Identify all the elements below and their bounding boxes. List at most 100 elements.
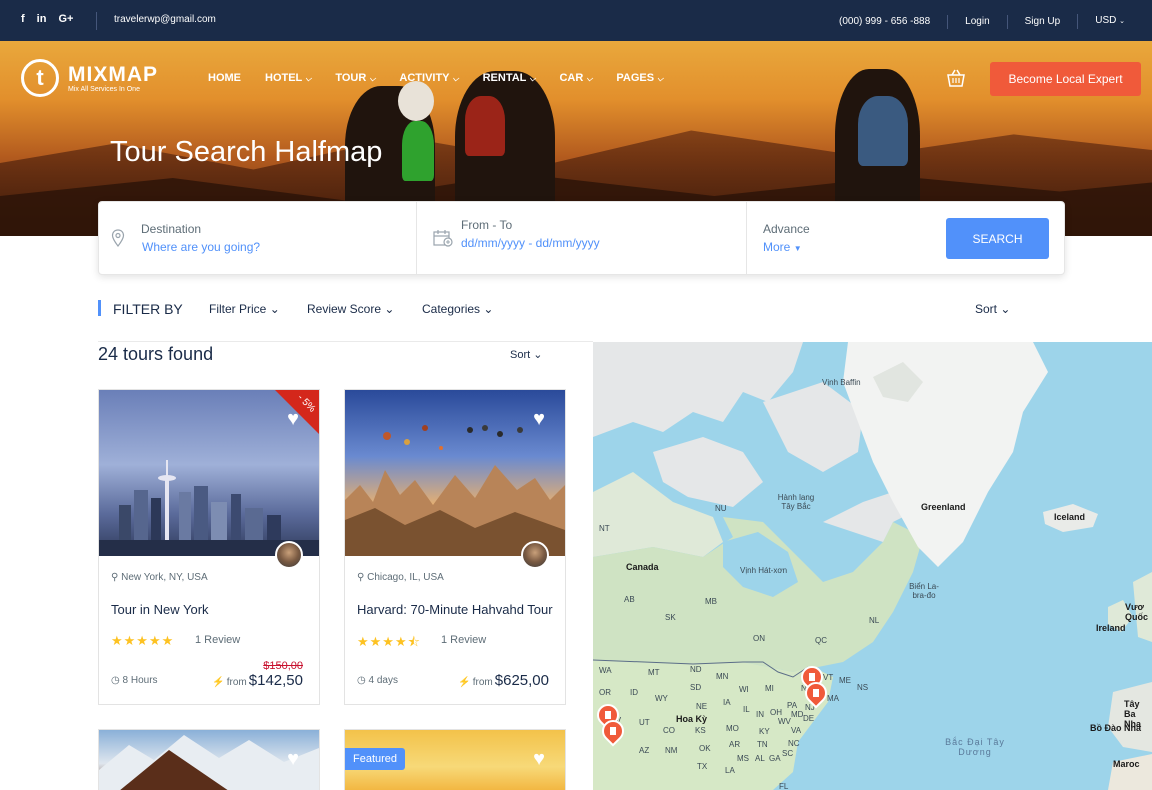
- search-form: Destination Where are you going? From - …: [98, 201, 1065, 275]
- heart-icon[interactable]: ♥: [287, 408, 299, 431]
- nav-item-home[interactable]: HOME: [208, 72, 241, 84]
- map-label: NC: [788, 739, 800, 748]
- tour-card[interactable]: ♥ ⚲ Chicago, IL, USA Harvard: 70-Minute …: [344, 389, 566, 705]
- results-map[interactable]: Vịnh Baffin Hành lang Tây Bắc NU Greenla…: [593, 342, 1152, 790]
- bolt-icon: ⚡: [458, 677, 471, 688]
- filter-accent: [98, 300, 101, 316]
- map-label: WY: [655, 694, 668, 703]
- contact-phone: (000) 999 - 656 -888: [839, 15, 931, 27]
- hiker-silhouette: [402, 121, 434, 181]
- map-label: NL: [869, 616, 880, 625]
- chevron-down-icon: ⌄: [1000, 302, 1011, 316]
- map-label: MB: [705, 597, 717, 606]
- login-link[interactable]: Login: [947, 14, 1006, 29]
- tour-image[interactable]: ♥: [99, 730, 319, 790]
- map-label: VA: [791, 726, 802, 735]
- tour-price: ⚡ from $142,50: [212, 672, 303, 689]
- tour-title[interactable]: Harvard: 70-Minute Hahvahd Tour: [357, 602, 553, 617]
- map-label: Hành lang Tây Bắc: [771, 493, 821, 511]
- tour-duration-text: 4 days: [368, 675, 398, 686]
- nav-item-rental[interactable]: RENTAL ⌵: [483, 72, 536, 84]
- advance-more-toggle[interactable]: More ▼: [763, 240, 802, 254]
- review-count[interactable]: 1 Review: [195, 634, 240, 646]
- tour-image[interactable]: ♥: [345, 390, 565, 556]
- search-button[interactable]: SEARCH: [946, 218, 1049, 259]
- become-local-expert-button[interactable]: Become Local Expert: [990, 62, 1141, 96]
- tour-card[interactable]: - 5% ♥ ⚲ New York, NY, USA Tour in New Y…: [98, 389, 320, 705]
- chevron-down-icon: ⌵: [657, 74, 664, 83]
- caret-down-icon: ▼: [793, 244, 802, 253]
- signup-link[interactable]: Sign Up: [1006, 14, 1078, 29]
- review-count[interactable]: 1 Review: [441, 634, 486, 646]
- date-range-input[interactable]: dd/mm/yyyy - dd/mm/yyyy: [461, 236, 600, 250]
- tour-price: ⚡ from $625,00: [458, 672, 549, 689]
- map-label: MD: [791, 710, 804, 719]
- nav-item-hotel[interactable]: HOTEL ⌵: [265, 72, 311, 84]
- nav-item-activity[interactable]: ACTIVITY ⌵: [399, 72, 458, 84]
- map-label: MI: [765, 684, 774, 693]
- map-label: MS: [737, 754, 749, 763]
- price-from-label: from: [226, 677, 247, 688]
- map-label: Bồ Đào Nha: [1090, 723, 1142, 733]
- chevron-down-icon: ⌄: [483, 302, 494, 316]
- map-label: Vịnh Baffin: [822, 378, 861, 387]
- map-label: ON: [753, 634, 765, 643]
- map-label: Greenland: [921, 502, 966, 512]
- google-plus-icon[interactable]: G+: [58, 13, 73, 25]
- heart-icon[interactable]: ♥: [287, 748, 299, 771]
- map-label: OR: [599, 688, 611, 697]
- map-label: MA: [827, 694, 839, 703]
- heart-icon[interactable]: ♥: [533, 408, 545, 431]
- map-label: AR: [729, 740, 741, 749]
- map-label: AB: [624, 595, 635, 604]
- nav-label: RENTAL: [482, 72, 527, 84]
- map-label: KS: [695, 726, 706, 735]
- tour-image[interactable]: Featured ♥: [345, 730, 565, 790]
- map-label: SC: [782, 749, 794, 758]
- tour-duration: ◷ 8 Hours: [111, 675, 158, 686]
- map-label: OK: [699, 744, 711, 753]
- divider: [98, 341, 593, 342]
- price-from-label: from: [472, 677, 493, 688]
- balloon-landscape: [345, 425, 565, 556]
- tour-card[interactable]: Featured ♥: [344, 729, 566, 790]
- map-label: GA: [769, 754, 781, 763]
- sort-dropdown[interactable]: Sort ⌄: [975, 302, 1010, 316]
- filter-price-dropdown[interactable]: Filter Price ⌄: [209, 302, 280, 316]
- review-score-dropdown[interactable]: Review Score ⌄: [307, 302, 394, 316]
- facebook-icon[interactable]: f: [21, 13, 25, 25]
- heart-icon[interactable]: ♥: [533, 748, 545, 771]
- map-label: Maroc: [1113, 759, 1140, 769]
- avatar[interactable]: [275, 541, 303, 569]
- tour-location-text: Chicago, IL, USA: [367, 572, 444, 583]
- price-value: $625,00: [494, 672, 549, 689]
- location-pin-icon: ⚲: [111, 572, 119, 583]
- tour-title[interactable]: Tour in New York: [111, 602, 209, 617]
- currency-selector[interactable]: USD ⌄: [1077, 14, 1142, 29]
- map-label: Bắc Đại Tây Dương: [945, 737, 1005, 757]
- clock-icon: ◷: [357, 675, 366, 686]
- map-label: Hoa Kỳ: [676, 714, 708, 724]
- linkedin-icon[interactable]: in: [37, 13, 47, 25]
- currency-label: USD: [1095, 15, 1117, 26]
- nav-item-pages[interactable]: PAGES ⌵: [616, 72, 663, 84]
- nav-item-car[interactable]: CAR ⌵: [559, 72, 592, 84]
- site-logo[interactable]: t MIXMAP Mix All Services In One: [21, 59, 158, 97]
- destination-input[interactable]: Where are you going?: [142, 240, 260, 254]
- map-label: AL: [755, 754, 765, 763]
- results-sort-dropdown[interactable]: Sort ⌄: [510, 348, 542, 361]
- nav-item-tour[interactable]: TOUR ⌵: [335, 72, 375, 84]
- tour-image[interactable]: - 5% ♥: [99, 390, 319, 556]
- filter-title: FILTER BY: [113, 301, 183, 317]
- contact-email[interactable]: travelerwp@gmail.com: [114, 14, 216, 25]
- location-pin-icon: [111, 229, 125, 247]
- categories-dropdown[interactable]: Categories ⌄: [422, 302, 493, 316]
- map-label: IA: [723, 698, 731, 707]
- cart-icon[interactable]: [945, 68, 967, 88]
- tour-card[interactable]: ♥: [98, 729, 320, 790]
- chevron-down-icon: ⌵: [305, 74, 312, 83]
- calendar-icon: [433, 230, 453, 247]
- avatar[interactable]: [521, 541, 549, 569]
- star-rating: ★★★★★: [111, 633, 175, 648]
- price-value: $142,50: [248, 672, 303, 689]
